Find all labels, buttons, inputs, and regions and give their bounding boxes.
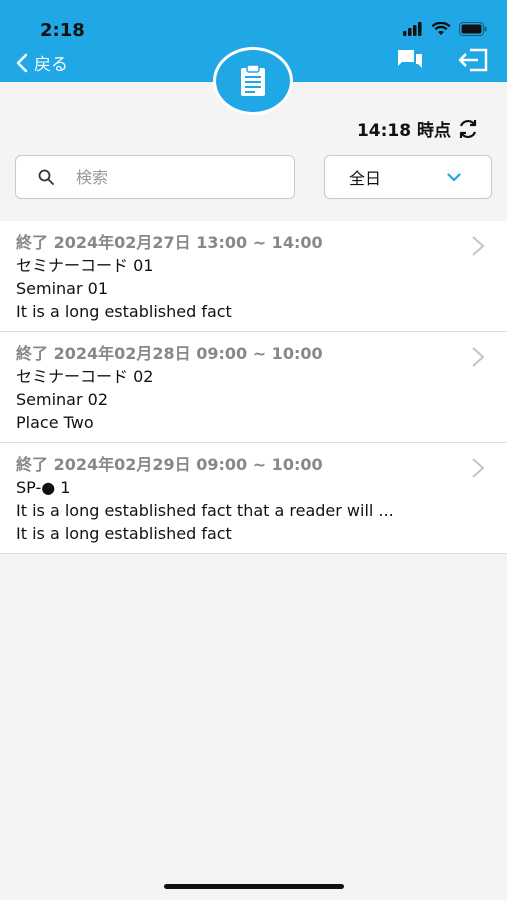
list-item[interactable]: 終了 2024年02月28日 09:00 ~ 10:00 セミナーコード 02 … (0, 332, 507, 443)
item-place: It is a long established fact (16, 302, 232, 321)
seminar-list: 終了 2024年02月27日 13:00 ~ 14:00 セミナーコード 01 … (0, 221, 507, 554)
item-meta: 終了 2024年02月29日 09:00 ~ 10:00 (16, 455, 323, 474)
status-time: 2:18 (40, 20, 85, 41)
status-icons (403, 22, 487, 36)
logout-icon (458, 48, 488, 72)
back-button-label: 戻る (34, 55, 68, 75)
timestamp-row: 14:18 時点 (357, 116, 479, 141)
chat-button[interactable] (396, 48, 424, 76)
item-meta: 終了 2024年02月28日 09:00 ~ 10:00 (16, 344, 323, 363)
home-indicator (164, 884, 344, 889)
item-place: Place Two (16, 413, 94, 432)
timestamp-label: 14:18 時点 (356, 121, 451, 141)
chevron-right-icon (472, 347, 485, 367)
item-code: セミナーコード 01 (16, 256, 154, 275)
chevron-down-icon (447, 172, 461, 181)
chevron-right-icon (472, 458, 485, 478)
item-title: It is a long established fact that a rea… (16, 501, 394, 520)
signal-icon (403, 22, 422, 36)
chevron-right-icon (472, 236, 485, 256)
wifi-icon (431, 22, 451, 35)
list-item[interactable]: 終了 2024年02月29日 09:00 ~ 10:00 SP-● 1 It i… (0, 443, 507, 554)
chevron-left-icon (16, 53, 28, 72)
center-clipboard-badge (213, 47, 293, 115)
item-code: セミナーコード 02 (16, 367, 154, 386)
item-title: Seminar 01 (16, 279, 108, 298)
logout-button[interactable] (458, 48, 490, 76)
item-place: It is a long established fact (16, 524, 232, 543)
search-box[interactable] (15, 155, 295, 199)
refresh-icon[interactable] (457, 118, 479, 140)
item-code: SP-● 1 (16, 478, 71, 497)
day-filter-value: 全日 (349, 169, 382, 188)
chat-icon (398, 50, 422, 68)
search-icon (38, 169, 54, 185)
item-meta: 終了 2024年02月27日 13:00 ~ 14:00 (16, 233, 323, 252)
list-item[interactable]: 終了 2024年02月27日 13:00 ~ 14:00 セミナーコード 01 … (0, 221, 507, 332)
item-title: Seminar 02 (16, 390, 108, 409)
search-input[interactable] (74, 166, 278, 188)
battery-icon (459, 22, 487, 36)
day-filter-select[interactable]: 全日 (324, 155, 492, 199)
back-button[interactable]: 戻る (16, 50, 68, 75)
clipboard-icon (241, 64, 265, 96)
